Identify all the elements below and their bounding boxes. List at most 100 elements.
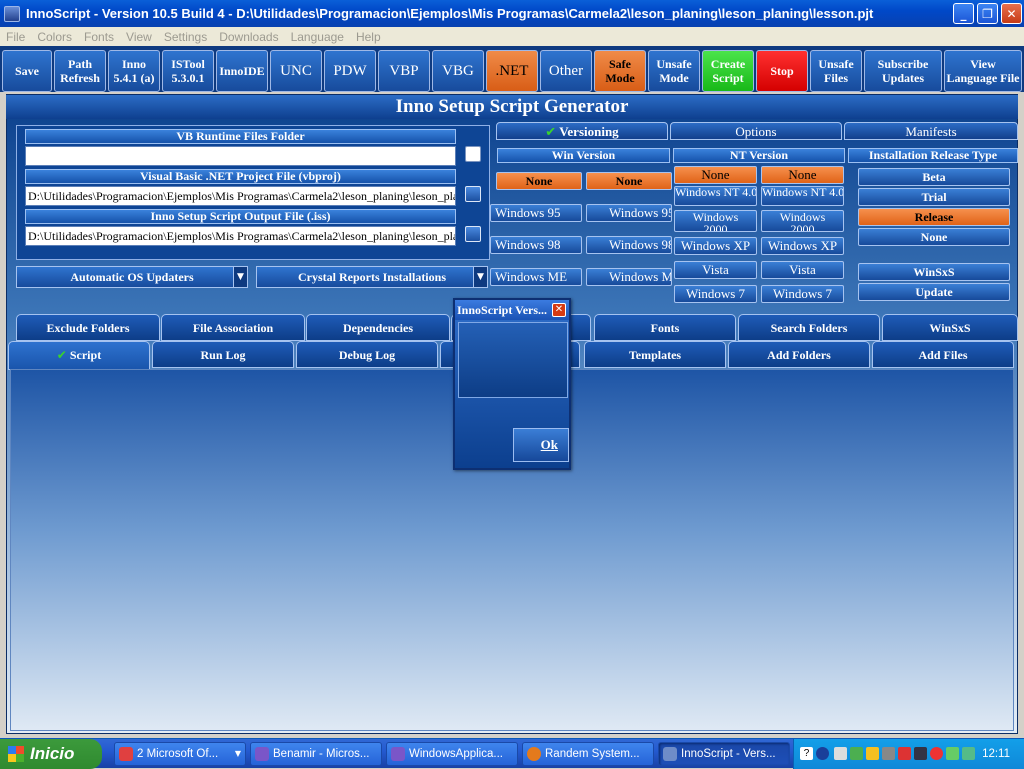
taskbar-item-benamir[interactable]: Benamir - Micros... <box>250 742 382 766</box>
path-refresh-button[interactable]: Path Refresh <box>54 50 106 92</box>
save-icon[interactable] <box>834 747 847 760</box>
dotnet-button[interactable]: .NET <box>486 50 538 92</box>
dialog-close-button[interactable]: ✕ <box>552 303 566 317</box>
tab-manifests[interactable]: Manifests <box>844 122 1018 140</box>
network-icon[interactable] <box>850 747 863 760</box>
menu-file[interactable]: File <box>0 30 31 44</box>
taskbar-item-microsoft-office[interactable]: 2 Microsoft Of... ▼ <box>114 742 246 766</box>
winxp-max-button[interactable]: Windows XP <box>761 237 844 255</box>
nt-none-max-button[interactable]: None <box>761 166 844 184</box>
output-file-browse-button[interactable] <box>465 226 481 242</box>
winsxs-button[interactable]: WinSxS <box>858 263 1010 281</box>
pdw-button[interactable]: PDW <box>324 50 376 92</box>
win7-min-button[interactable]: Windows 7 <box>674 285 757 303</box>
tab-file-association[interactable]: File Association <box>161 314 305 341</box>
menu-language[interactable]: Language <box>285 30 350 44</box>
win95-max-button[interactable]: Windows 95 <box>586 204 672 222</box>
vb-runtime-browse-button[interactable] <box>465 146 481 162</box>
create-script-button[interactable]: Create Script <box>702 50 754 92</box>
vista-min-button[interactable]: Vista <box>674 261 757 279</box>
automatic-os-updaters-dropdown[interactable]: Automatic OS Updaters ▼ <box>16 266 248 288</box>
win-none-max-button[interactable]: None <box>586 172 672 190</box>
tab-add-folders[interactable]: Add Folders <box>728 341 870 368</box>
taskbar-item-innoscript[interactable]: InnoScript - Vers... <box>658 742 790 766</box>
unc-button[interactable]: UNC <box>270 50 322 92</box>
menu-downloads[interactable]: Downloads <box>213 30 284 44</box>
display-icon[interactable] <box>882 747 895 760</box>
help-icon[interactable]: ? <box>800 747 813 760</box>
inno-button[interactable]: Inno 5.4.1 (a) <box>108 50 160 92</box>
win98-max-button[interactable]: Windows 98 <box>586 236 672 254</box>
taskbar-item-randem-system[interactable]: Randem System... <box>522 742 654 766</box>
tab-run-log[interactable]: Run Log <box>152 341 294 368</box>
tab-options[interactable]: Options <box>670 122 842 140</box>
tab-search-folders[interactable]: Search Folders <box>738 314 880 341</box>
stop-button[interactable]: Stop <box>756 50 808 92</box>
menu-settings[interactable]: Settings <box>158 30 213 44</box>
tab-exclude-folders[interactable]: Exclude Folders <box>16 314 160 341</box>
crystal-reports-dropdown[interactable]: Crystal Reports Installations ▼ <box>256 266 488 288</box>
volume-icon[interactable] <box>962 747 975 760</box>
messenger-icon[interactable] <box>866 747 879 760</box>
dialog-ok-button[interactable]: Ok <box>513 428 569 462</box>
update-icon[interactable] <box>946 747 959 760</box>
dialog-message-area <box>458 322 568 398</box>
win95-min-button[interactable]: Windows 95 <box>490 204 582 222</box>
vb-runtime-field[interactable] <box>25 146 456 166</box>
back-arrow-icon[interactable] <box>816 747 829 760</box>
vista-max-button[interactable]: Vista <box>761 261 844 279</box>
menu-fonts[interactable]: Fonts <box>78 30 120 44</box>
save-button[interactable]: Save <box>2 50 52 92</box>
device-icon[interactable] <box>914 747 927 760</box>
restore-button[interactable]: ❐ <box>977 3 998 24</box>
vbp-button[interactable]: VBP <box>378 50 430 92</box>
tab-templates[interactable]: Templates <box>584 341 726 368</box>
istool-button[interactable]: ISTool 5.3.0.1 <box>162 50 214 92</box>
win98-min-button[interactable]: Windows 98 <box>490 236 582 254</box>
win2000-max-button[interactable]: Windows 2000 <box>761 210 844 232</box>
other-button[interactable]: Other <box>540 50 592 92</box>
security-icon[interactable] <box>930 747 943 760</box>
window-title-bar[interactable]: InnoScript - Version 10.5 Build 4 - D:\U… <box>0 0 1024 27</box>
innoide-button[interactable]: InnoIDE <box>216 50 268 92</box>
nt-none-min-button[interactable]: None <box>674 166 757 184</box>
vbg-button[interactable]: VBG <box>432 50 484 92</box>
nt4-min-button[interactable]: Windows NT 4.0 <box>674 186 757 206</box>
vertical-scrollbar[interactable] <box>1018 94 1024 734</box>
vbnet-project-field[interactable]: D:\Utilidades\Programacion\Ejemplos\Mis … <box>25 186 456 206</box>
winxp-min-button[interactable]: Windows XP <box>674 237 757 255</box>
release-release-button[interactable]: Release <box>858 208 1010 226</box>
winme-max-button[interactable]: Windows ME <box>586 268 672 286</box>
tab-add-files[interactable]: Add Files <box>872 341 1014 368</box>
tab-fonts[interactable]: Fonts <box>594 314 736 341</box>
win7-max-button[interactable]: Windows 7 <box>761 285 844 303</box>
subscribe-updates-button[interactable]: Subscribe Updates <box>864 50 942 92</box>
taskbar-item-windowsapplication[interactable]: WindowsApplica... <box>386 742 518 766</box>
view-language-file-button[interactable]: View Language File <box>944 50 1022 92</box>
start-button[interactable]: Inicio <box>0 739 102 769</box>
nt4-max-button[interactable]: Windows NT 4.0 <box>761 186 844 206</box>
tab-winsxs[interactable]: WinSxS <box>882 314 1018 341</box>
update-button[interactable]: Update <box>858 283 1010 301</box>
unsafe-mode-button[interactable]: Unsafe Mode <box>648 50 700 92</box>
safe-mode-button[interactable]: Safe Mode <box>594 50 646 92</box>
minimize-button[interactable]: _ <box>953 3 974 24</box>
winme-min-button[interactable]: Windows ME <box>490 268 582 286</box>
close-button[interactable]: ✕ <box>1001 3 1022 24</box>
menu-colors[interactable]: Colors <box>31 30 78 44</box>
release-beta-button[interactable]: Beta <box>858 168 1010 186</box>
tab-debug-log[interactable]: Debug Log <box>296 341 438 368</box>
tab-script[interactable]: ✔ Script <box>8 341 150 370</box>
tab-dependencies[interactable]: Dependencies <box>306 314 450 341</box>
antivirus-icon[interactable] <box>898 747 911 760</box>
unsafe-files-button[interactable]: Unsafe Files <box>810 50 862 92</box>
output-file-field[interactable]: D:\Utilidades\Programacion\Ejemplos\Mis … <box>25 226 456 246</box>
release-trial-button[interactable]: Trial <box>858 188 1010 206</box>
menu-view[interactable]: View <box>120 30 158 44</box>
release-none-button[interactable]: None <box>858 228 1010 246</box>
vbnet-project-browse-button[interactable] <box>465 186 481 202</box>
menu-help[interactable]: Help <box>350 30 387 44</box>
win-none-min-button[interactable]: None <box>496 172 582 190</box>
win2000-min-button[interactable]: Windows 2000 <box>674 210 757 232</box>
tab-versioning[interactable]: ✔ Versioning <box>496 122 668 140</box>
